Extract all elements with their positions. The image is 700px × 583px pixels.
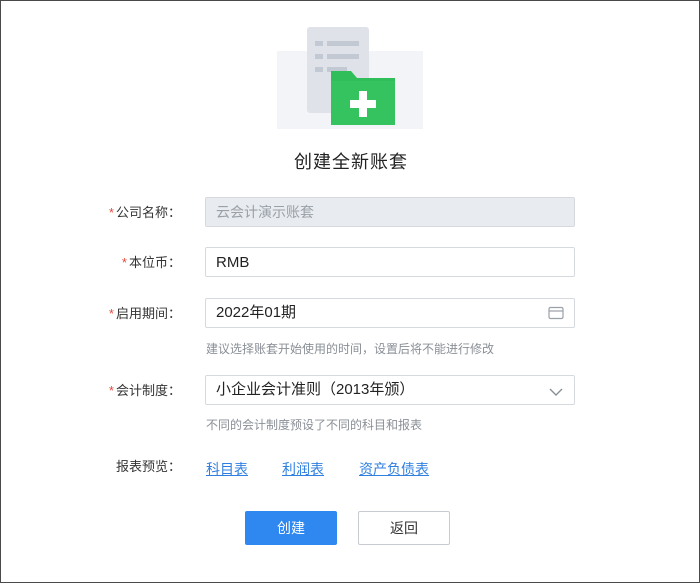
accounting-system-hint: 不同的会计制度预设了不同的科目和报表 bbox=[206, 418, 423, 432]
page-title: 创建全新账套 bbox=[294, 152, 408, 172]
company-name-label: * 公司名称： bbox=[108, 205, 181, 220]
required-mark: * bbox=[121, 255, 127, 270]
back-button[interactable]: 返回 bbox=[358, 511, 450, 545]
calendar-icon[interactable] bbox=[548, 306, 564, 320]
start-period-value: 2022年01期 bbox=[216, 304, 297, 321]
currency-label: * 本位币： bbox=[121, 255, 181, 270]
create-button[interactable]: 创建 bbox=[245, 511, 337, 545]
start-period-label: * 启用期间： bbox=[108, 306, 181, 321]
required-mark: * bbox=[108, 383, 114, 398]
required-mark: * bbox=[108, 205, 114, 220]
accounting-system-value: 小企业会计准则（2013年颁） bbox=[216, 381, 415, 398]
account-chart-link[interactable]: 科目表 bbox=[206, 459, 248, 479]
accounting-system-label: * 会计制度： bbox=[108, 383, 181, 398]
balance-sheet-link[interactable]: 资产负债表 bbox=[359, 459, 429, 479]
required-mark: * bbox=[108, 306, 114, 321]
chevron-down-icon[interactable] bbox=[548, 385, 564, 399]
dialog-frame: 创建全新账套 *公司名称： *本位币： *启用期间： 2022年01期 建议 bbox=[0, 0, 700, 583]
accounting-system-select[interactable]: 小企业会计准则（2013年颁） bbox=[205, 375, 575, 405]
company-name-input[interactable] bbox=[216, 198, 564, 226]
report-preview-label: 报表预览： bbox=[115, 459, 181, 474]
currency-field[interactable] bbox=[205, 247, 575, 277]
income-statement-link[interactable]: 利润表 bbox=[282, 459, 324, 479]
start-period-picker[interactable]: 2022年01期 bbox=[205, 298, 575, 328]
currency-input[interactable] bbox=[216, 248, 564, 276]
start-period-hint: 建议选择账套开始使用的时间，设置后将不能进行修改 bbox=[206, 342, 495, 356]
new-folder-illustration-icon bbox=[277, 27, 423, 129]
company-name-field[interactable] bbox=[205, 197, 575, 227]
